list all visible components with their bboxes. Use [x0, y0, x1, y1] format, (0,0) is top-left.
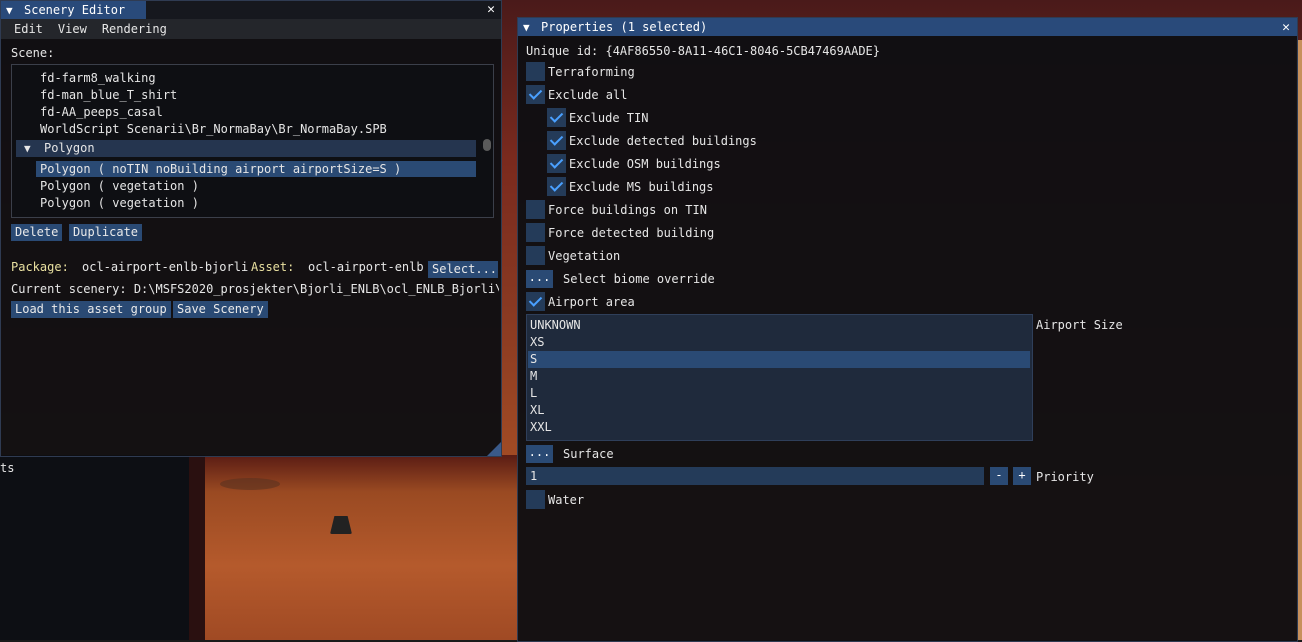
force-buildings-tin-checkbox[interactable]: [526, 200, 545, 219]
list-item[interactable]: fd-farm8_walking: [40, 70, 156, 87]
terraforming-checkbox[interactable]: [526, 62, 545, 81]
window-title: Scenery Editor: [24, 3, 126, 17]
tree-arrow-icon: ▼: [24, 142, 31, 155]
water-checkbox[interactable]: [526, 490, 545, 509]
collapse-arrow-icon[interactable]: ▼: [523, 21, 537, 34]
biome-override-label: Select biome override: [563, 272, 715, 286]
exclude-osm-checkbox[interactable]: [547, 154, 566, 173]
exclude-detected-checkbox[interactable]: [547, 131, 566, 150]
list-item[interactable]: WorldScript Scenarii\Br_NormaBay\Br_Norm…: [40, 121, 387, 138]
terraforming-label: Terraforming: [548, 65, 635, 79]
airport-size-option[interactable]: XS: [530, 334, 1030, 351]
list-item[interactable]: Polygon ( vegetation ): [40, 178, 199, 195]
vegetation-checkbox[interactable]: [526, 246, 545, 265]
terrain-crater: [220, 478, 280, 490]
list-item-selected[interactable]: Polygon ( noTIN noBuilding airport airpo…: [40, 161, 401, 178]
scene-list[interactable]: fd-farm8_walking fd-man_blue_T_shirt fd-…: [11, 64, 494, 218]
exclude-all-label: Exclude all: [548, 88, 628, 102]
airport-size-listbox[interactable]: UNKNOWN XS S M L XL XXL: [526, 314, 1033, 441]
package-label: Package:: [11, 260, 69, 274]
resize-grip[interactable]: [487, 442, 501, 456]
airport-area-label: Airport area: [548, 295, 635, 309]
airport-size-option[interactable]: XL: [530, 402, 1030, 419]
surface-button[interactable]: ...: [526, 445, 553, 463]
exclude-detected-label: Exclude detected buildings: [569, 134, 757, 148]
exclude-tin-checkbox[interactable]: [547, 108, 566, 127]
scrollbar-thumb[interactable]: [483, 139, 491, 151]
group-label: Polygon: [44, 141, 95, 155]
background-strip: [189, 455, 205, 640]
airport-size-option[interactable]: XXL: [530, 419, 1030, 436]
airport-area-checkbox[interactable]: [526, 292, 545, 311]
surface-label: Surface: [563, 447, 614, 461]
current-scenery-path: Current scenery: D:\MSFS2020_prosjekter\…: [11, 282, 499, 296]
scene-label: Scene:: [11, 46, 55, 60]
unique-id: Unique id: {4AF86550-8A11-46C1-8046-5CB4…: [526, 44, 881, 58]
force-detected-label: Force detected building: [548, 226, 715, 240]
polygon-group-header[interactable]: ▼ Polygon: [16, 140, 476, 157]
package-value: ocl-airport-enlb-bjorli: [82, 260, 249, 274]
menu-view[interactable]: View: [58, 22, 87, 36]
airport-size-option-selected[interactable]: S: [528, 351, 1030, 368]
force-buildings-tin-label: Force buildings on TIN: [548, 203, 707, 217]
airport-size-option[interactable]: UNKNOWN: [530, 317, 1030, 334]
list-item[interactable]: fd-man_blue_T_shirt: [40, 87, 177, 104]
airport-size-option[interactable]: L: [530, 385, 1030, 402]
exclude-osm-label: Exclude OSM buildings: [569, 157, 721, 171]
load-asset-group-button[interactable]: Load this asset group: [11, 301, 171, 318]
biome-override-button[interactable]: ...: [526, 270, 553, 288]
exclude-all-checkbox[interactable]: [526, 85, 545, 104]
background-side-panel: ts: [0, 455, 190, 640]
select-asset-button[interactable]: Select...: [428, 261, 498, 278]
vegetation-label: Vegetation: [548, 249, 621, 263]
titlebar-empty[interactable]: ✕: [146, 1, 501, 19]
menu-rendering[interactable]: Rendering: [102, 22, 167, 36]
scenery-editor-titlebar[interactable]: ▼ Scenery Editor: [1, 1, 146, 19]
airport-size-option[interactable]: M: [530, 368, 1030, 385]
window-title: Properties (1 selected): [541, 20, 708, 34]
exclude-tin-label: Exclude TIN: [569, 111, 649, 125]
asset-label: Asset:: [251, 260, 295, 274]
properties-window: ▼ Properties (1 selected) ✕ Unique id: {…: [517, 17, 1298, 642]
collapse-arrow-icon[interactable]: ▼: [6, 4, 20, 17]
asset-value: ocl-airport-enlb: [308, 260, 424, 274]
list-item[interactable]: Polygon ( vegetation ): [40, 195, 199, 212]
save-scenery-button[interactable]: Save Scenery: [173, 301, 268, 318]
exclude-ms-checkbox[interactable]: [547, 177, 566, 196]
list-item[interactable]: fd-AA_peeps_casal: [40, 104, 163, 121]
priority-input[interactable]: 1: [526, 467, 984, 485]
duplicate-button[interactable]: Duplicate: [69, 224, 143, 241]
delete-button[interactable]: Delete: [11, 224, 63, 241]
exclude-ms-label: Exclude MS buildings: [569, 180, 714, 194]
properties-titlebar[interactable]: ▼ Properties (1 selected) ✕: [518, 18, 1297, 36]
menu-edit[interactable]: Edit: [14, 22, 43, 36]
priority-increment-button[interactable]: +: [1013, 467, 1031, 485]
priority-decrement-button[interactable]: -: [990, 467, 1008, 485]
airport-size-label: Airport Size: [1036, 318, 1123, 332]
close-icon[interactable]: ✕: [1282, 20, 1290, 35]
background-side-text: ts: [0, 461, 15, 475]
scenery-editor-window: ▼ Scenery Editor ✕ Edit View Rendering S…: [0, 0, 502, 457]
force-detected-checkbox[interactable]: [526, 223, 545, 242]
close-icon[interactable]: ✕: [487, 2, 495, 17]
menubar: Edit View Rendering: [1, 19, 501, 39]
water-label: Water: [548, 493, 585, 507]
priority-label: Priority: [1036, 470, 1094, 484]
